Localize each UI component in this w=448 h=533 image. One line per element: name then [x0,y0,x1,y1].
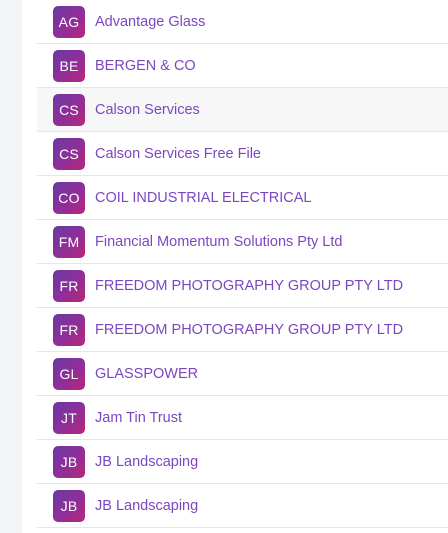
contact-row[interactable]: CS Calson Services [37,88,448,132]
contact-avatar: FR [53,269,85,302]
contact-avatar: FR [53,313,85,346]
contact-name-link[interactable]: FREEDOM PHOTOGRAPHY GROUP PTY LTD [95,322,403,338]
contact-list: AG Advantage Glass BE BERGEN & CO CS Cal… [37,0,448,528]
contact-row[interactable]: CS Calson Services Free File [37,132,448,176]
contact-row[interactable]: JB JB Landscaping [37,484,448,528]
contact-avatar: JT [53,401,85,434]
contact-name-link[interactable]: Advantage Glass [95,14,205,30]
contact-row[interactable]: JT Jam Tin Trust [37,396,448,440]
contact-name-link[interactable]: JB Landscaping [95,498,198,514]
contact-avatar: JB [53,445,85,478]
contact-avatar: AG [53,5,85,38]
contact-row[interactable]: FR FREEDOM PHOTOGRAPHY GROUP PTY LTD [37,264,448,308]
contact-avatar: GL [53,357,85,390]
contact-row[interactable]: GL GLASSPOWER [37,352,448,396]
contact-avatar: FM [53,225,85,258]
contact-avatar: CS [53,137,85,170]
contact-name-link[interactable]: Calson Services Free File [95,146,261,162]
contact-name-link[interactable]: FREEDOM PHOTOGRAPHY GROUP PTY LTD [95,278,403,294]
contact-name-link[interactable]: GLASSPOWER [95,366,198,382]
contact-name-link[interactable]: Financial Momentum Solutions Pty Ltd [95,234,342,250]
contact-name-link[interactable]: Calson Services [95,102,200,118]
contacts-panel: AG Advantage Glass BE BERGEN & CO CS Cal… [22,0,448,533]
contact-name-link[interactable]: JB Landscaping [95,454,198,470]
contact-avatar: CO [53,181,85,214]
contact-row[interactable]: AG Advantage Glass [37,0,448,44]
contact-row[interactable]: FR FREEDOM PHOTOGRAPHY GROUP PTY LTD [37,308,448,352]
contact-row[interactable]: CO COIL INDUSTRIAL ELECTRICAL [37,176,448,220]
contact-avatar: JB [53,489,85,522]
contact-avatar: CS [53,93,85,126]
contact-row[interactable]: FM Financial Momentum Solutions Pty Ltd [37,220,448,264]
contact-name-link[interactable]: COIL INDUSTRIAL ELECTRICAL [95,190,311,206]
contact-name-link[interactable]: BERGEN & CO [95,58,196,74]
contact-avatar: BE [53,49,85,82]
contact-row[interactable]: JB JB Landscaping [37,440,448,484]
contact-name-link[interactable]: Jam Tin Trust [95,410,182,426]
contact-row[interactable]: BE BERGEN & CO [37,44,448,88]
